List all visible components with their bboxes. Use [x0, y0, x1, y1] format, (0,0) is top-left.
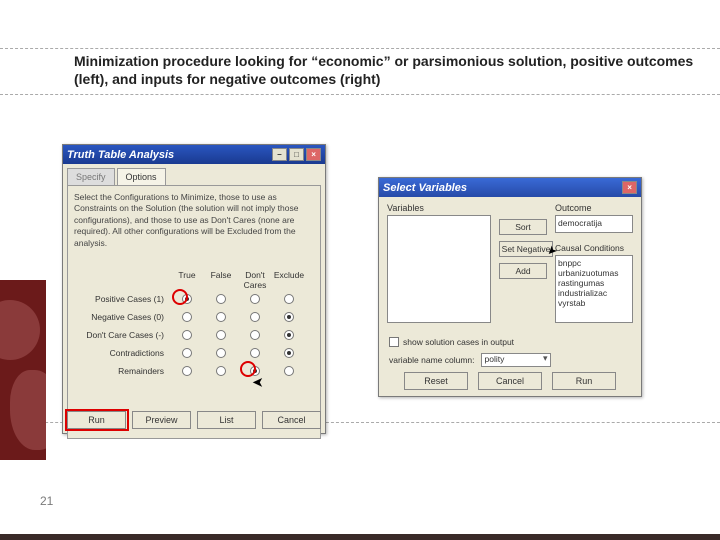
row-negative: Negative Cases (0) — [74, 308, 314, 326]
list-button[interactable]: List — [197, 411, 256, 429]
variables-listbox[interactable] — [387, 215, 491, 323]
select-variables-window: Select Variables × Variables Outcome Sor… — [378, 177, 642, 397]
tab-specify[interactable]: Specify — [67, 168, 115, 185]
row-remainders: Remainders — [74, 362, 314, 380]
titlebar-right[interactable]: Select Variables × — [379, 178, 641, 197]
preview-button[interactable]: Preview — [132, 411, 191, 429]
row-contradictions: Contradictions — [74, 344, 314, 362]
radio-con-dc[interactable] — [250, 348, 260, 358]
add-button[interactable]: Add — [499, 263, 547, 279]
row-remainders-label: Remainders — [74, 366, 170, 376]
row-positive: Positive Cases (1) — [74, 290, 314, 308]
radio-rem-excl[interactable] — [284, 366, 294, 376]
outcome-label: Outcome — [555, 203, 592, 213]
run-button[interactable]: Run — [67, 411, 126, 429]
tab-options[interactable]: Options — [117, 168, 166, 185]
radio-pos-false[interactable] — [216, 294, 226, 304]
page-number: 21 — [40, 494, 53, 508]
row-contradictions-label: Contradictions — [74, 348, 170, 358]
instructions-text: Select the Configurations to Minimize, t… — [74, 192, 314, 249]
radio-dc-false[interactable] — [216, 330, 226, 340]
causal-item[interactable]: urbanizuotumas — [558, 268, 630, 278]
slide-title: Minimization procedure looking for “econ… — [74, 52, 700, 88]
minimize-icon[interactable]: – — [272, 148, 287, 161]
causal-item[interactable]: bnppc — [558, 258, 630, 268]
causal-label: Causal Conditions — [555, 243, 624, 253]
radio-con-true[interactable] — [182, 348, 192, 358]
radio-rem-false[interactable] — [216, 366, 226, 376]
radio-neg-excl[interactable] — [284, 312, 294, 322]
titlebar-left[interactable]: Truth Table Analysis – □ × — [63, 145, 325, 164]
col-exclude: Exclude — [272, 270, 306, 290]
bottom-border — [0, 534, 720, 540]
col-false: False — [204, 270, 238, 290]
radio-dc-excl[interactable] — [284, 330, 294, 340]
radio-neg-true[interactable] — [182, 312, 192, 322]
cancel-button-right[interactable]: Cancel — [478, 372, 542, 390]
causal-item[interactable]: vyrstab — [558, 298, 630, 308]
radio-dc-true[interactable] — [182, 330, 192, 340]
varname-label: variable name column: — [389, 355, 475, 365]
col-dontcares: Don't Cares — [238, 270, 272, 290]
titlebar-title: Truth Table Analysis — [67, 149, 174, 161]
maximize-icon[interactable]: □ — [289, 148, 304, 161]
radio-con-excl[interactable] — [284, 348, 294, 358]
radio-dc-dc[interactable] — [250, 330, 260, 340]
decorative-sidebar — [0, 280, 46, 460]
titlebar-title-right: Select Variables — [383, 182, 467, 194]
radio-pos-true[interactable] — [182, 294, 192, 304]
row-dontcare: Don't Care Cases (-) — [74, 326, 314, 344]
row-positive-label: Positive Cases (1) — [74, 294, 170, 304]
outcome-item[interactable]: democratija — [558, 218, 630, 228]
causal-item[interactable]: rastingumas — [558, 278, 630, 288]
row-negative-label: Negative Cases (0) — [74, 312, 170, 322]
reset-button[interactable]: Reset — [404, 372, 468, 390]
truth-table-window: Truth Table Analysis – □ × Specify Optio… — [62, 144, 326, 434]
outcome-listbox[interactable]: democratija — [555, 215, 633, 233]
row-dontcare-label: Don't Care Cases (-) — [74, 330, 170, 340]
close-icon[interactable]: × — [622, 181, 637, 194]
run-button-right[interactable]: Run — [552, 372, 616, 390]
radio-pos-dc[interactable] — [250, 294, 260, 304]
cancel-button[interactable]: Cancel — [262, 411, 321, 429]
sort-button[interactable]: Sort — [499, 219, 547, 235]
radio-rem-true[interactable] — [182, 366, 192, 376]
causal-listbox[interactable]: bnppc urbanizuotumas rastingumas industr… — [555, 255, 633, 323]
causal-item[interactable]: industrializac — [558, 288, 630, 298]
radio-neg-false[interactable] — [216, 312, 226, 322]
show-solution-label: show solution cases in output — [403, 337, 514, 347]
radio-con-false[interactable] — [216, 348, 226, 358]
col-true: True — [170, 270, 204, 290]
variables-label: Variables — [387, 203, 424, 213]
show-solution-checkbox[interactable] — [389, 337, 399, 347]
radio-neg-dc[interactable] — [250, 312, 260, 322]
cursor-arrow-icon: ➤ — [252, 374, 264, 391]
radio-pos-excl[interactable] — [284, 294, 294, 304]
varname-select[interactable]: polity — [481, 353, 551, 367]
close-icon[interactable]: × — [306, 148, 321, 161]
